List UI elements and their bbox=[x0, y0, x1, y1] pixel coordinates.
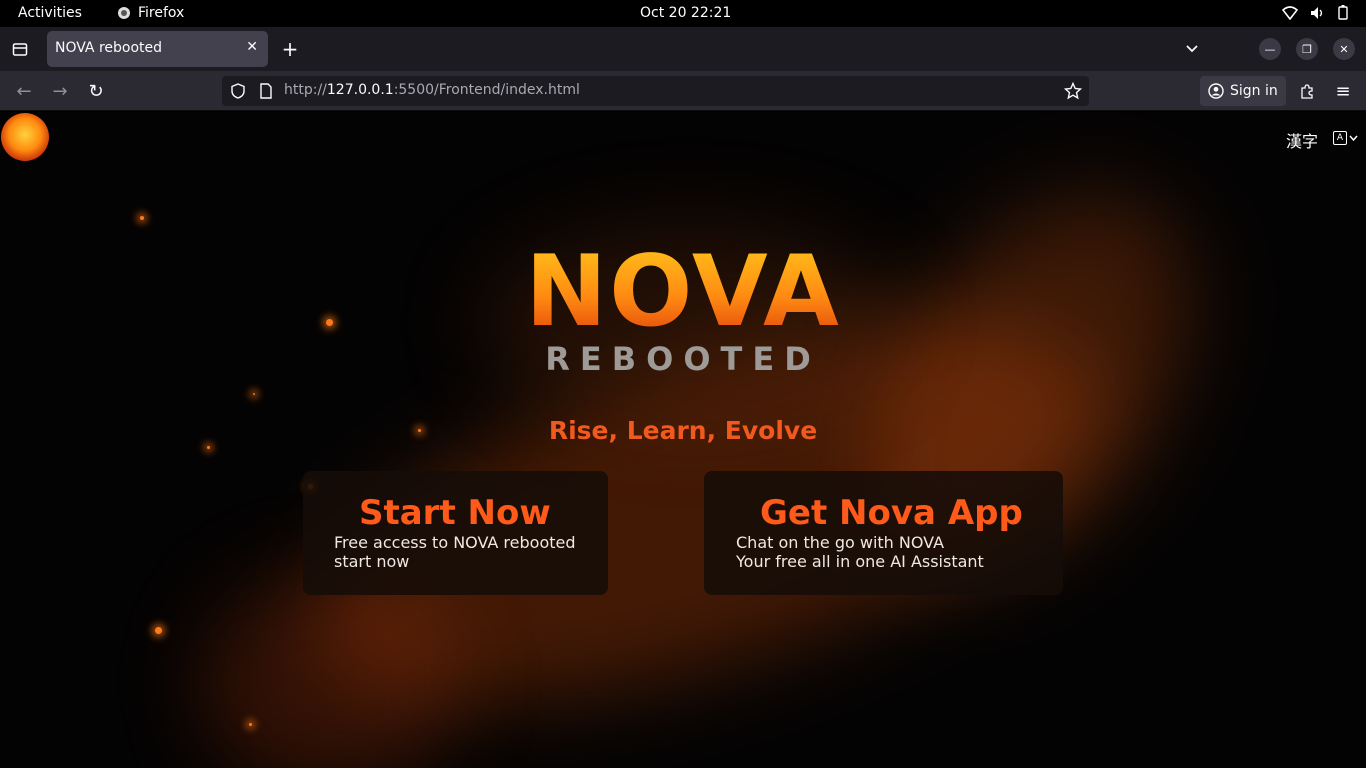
clock[interactable]: Oct 20 22:21 bbox=[640, 5, 731, 21]
tab-nova-rebooted[interactable]: NOVA rebooted ✕ bbox=[47, 31, 268, 67]
list-tabs-button[interactable] bbox=[1182, 39, 1202, 59]
address-bar[interactable]: http://127.0.0.1:5500/Frontend/index.htm… bbox=[222, 76, 1089, 106]
back-button[interactable]: ← bbox=[14, 81, 34, 102]
shield-icon[interactable] bbox=[230, 83, 246, 99]
tab-strip: NOVA rebooted ✕ + — ❐ ✕ bbox=[0, 27, 1366, 71]
card-description: Free access to NOVA rebooted bbox=[334, 533, 576, 552]
chevron-down-icon bbox=[1349, 135, 1358, 141]
firefox-view-icon bbox=[12, 43, 28, 56]
chevron-down-icon bbox=[1186, 45, 1198, 53]
card-title: Get Nova App bbox=[760, 493, 1023, 533]
tagline: Rise, Learn, Evolve bbox=[548, 416, 818, 445]
wifi-icon bbox=[1282, 5, 1298, 20]
sign-in-button[interactable]: Sign in bbox=[1200, 76, 1286, 106]
app-menu[interactable]: Firefox bbox=[117, 5, 184, 21]
puzzle-icon bbox=[1301, 84, 1313, 99]
ember-particle bbox=[253, 393, 255, 395]
tab-title: NOVA rebooted bbox=[55, 40, 163, 56]
account-icon bbox=[1208, 83, 1224, 99]
web-page: 漢字 A NOVA REBOOTED Rise, Learn, Evolve S… bbox=[0, 112, 1366, 768]
ember-particle bbox=[249, 723, 252, 726]
card-description: Chat on the go with NOVA bbox=[736, 533, 945, 552]
volume-icon bbox=[1311, 6, 1323, 19]
system-top-bar: Activities Firefox Oct 20 22:21 bbox=[0, 0, 1366, 27]
brand-title: NOVA bbox=[0, 242, 1366, 342]
bookmark-star-icon[interactable] bbox=[1064, 82, 1082, 100]
page-icon[interactable] bbox=[259, 83, 273, 99]
battery-icon bbox=[1338, 5, 1348, 20]
language-label[interactable]: 漢字 bbox=[1286, 128, 1318, 152]
brand-subtitle: REBOOTED bbox=[545, 340, 821, 378]
new-tab-button[interactable]: + bbox=[280, 37, 300, 61]
ember-particle bbox=[140, 216, 144, 220]
tab-close-icon[interactable]: ✕ bbox=[246, 39, 258, 55]
close-window-button[interactable]: ✕ bbox=[1333, 38, 1355, 60]
start-now-card[interactable]: Start Now Free access to NOVA rebooted s… bbox=[303, 471, 608, 595]
firefox-icon bbox=[118, 7, 130, 19]
card-description: Your free all in one AI Assistant bbox=[736, 552, 984, 571]
phoenix-logo[interactable] bbox=[1, 113, 49, 161]
ember-particle bbox=[207, 446, 210, 449]
activities-button[interactable]: Activities bbox=[18, 5, 82, 21]
ember-particle bbox=[155, 627, 162, 634]
app-name: Firefox bbox=[138, 5, 185, 21]
url-text[interactable]: http://127.0.0.1:5500/Frontend/index.htm… bbox=[284, 82, 580, 98]
navigation-toolbar: ← → ↻ http://127.0.0.1:5500/Frontend/ind… bbox=[0, 71, 1366, 111]
reload-button[interactable]: ↻ bbox=[86, 81, 106, 102]
translate-icon[interactable]: A bbox=[1333, 128, 1361, 148]
firefox-view-button[interactable] bbox=[10, 39, 30, 59]
system-tray[interactable] bbox=[1282, 5, 1348, 20]
extensions-button[interactable] bbox=[1297, 81, 1317, 101]
menu-hamburger-icon[interactable]: ≡ bbox=[1333, 81, 1353, 102]
card-title: Start Now bbox=[359, 493, 551, 533]
card-description: start now bbox=[334, 552, 410, 571]
forward-button[interactable]: → bbox=[50, 81, 70, 102]
sign-in-label: Sign in bbox=[1230, 83, 1278, 99]
get-nova-app-card[interactable]: Get Nova App Chat on the go with NOVA Yo… bbox=[704, 471, 1063, 595]
restore-button[interactable]: ❐ bbox=[1296, 38, 1318, 60]
minimize-button[interactable]: — bbox=[1259, 38, 1281, 60]
